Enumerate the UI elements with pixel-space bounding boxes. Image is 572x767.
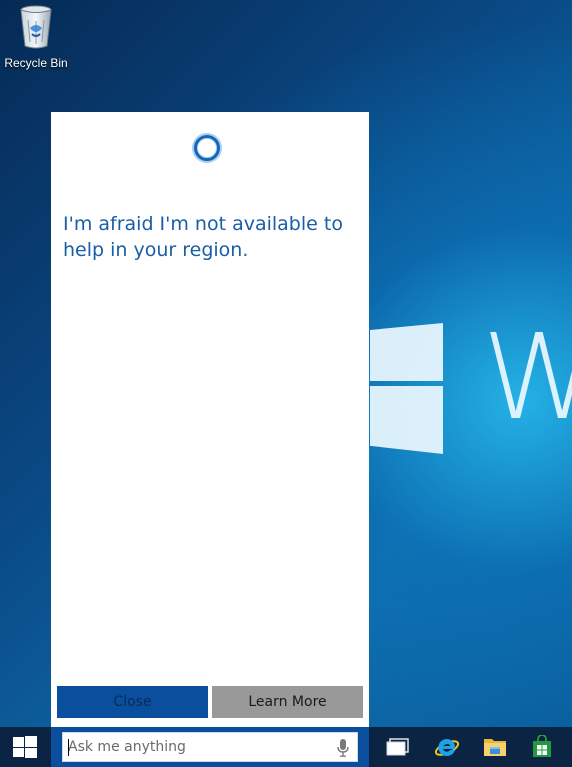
close-button[interactable]: Close — [57, 686, 208, 718]
wallpaper-logo-pane-bottom — [370, 386, 443, 454]
text-caret — [68, 739, 69, 756]
store-icon — [533, 735, 551, 757]
internet-explorer-button[interactable] — [426, 727, 466, 767]
search-input[interactable] — [63, 733, 323, 761]
cortana-panel: I'm afraid I'm not available to help in … — [51, 112, 369, 727]
store-button[interactable] — [522, 727, 562, 767]
wallpaper-text: W — [482, 308, 572, 446]
windows-logo-icon — [13, 736, 37, 758]
cortana-message: I'm afraid I'm not available to help in … — [63, 213, 343, 261]
desktop: W Recycle Bin I'm afraid I'm not availab… — [0, 0, 572, 767]
search-area — [51, 727, 369, 767]
internet-explorer-icon — [434, 738, 460, 756]
task-view-icon — [386, 738, 409, 756]
recycle-bin-label: Recycle Bin — [4, 56, 68, 70]
start-button[interactable] — [0, 727, 50, 767]
taskbar — [0, 727, 572, 767]
task-view-button[interactable] — [377, 727, 417, 767]
learn-more-button[interactable]: Learn More — [212, 686, 363, 718]
wallpaper-logo-pane-top — [370, 323, 443, 381]
cortana-ring-icon — [194, 135, 220, 161]
microphone-icon[interactable] — [337, 739, 349, 757]
file-explorer-button[interactable] — [474, 727, 514, 767]
recycle-bin-icon — [20, 5, 52, 49]
search-box[interactable] — [62, 732, 358, 762]
file-explorer-icon — [484, 739, 506, 756]
recycle-bin-shortcut[interactable]: Recycle Bin — [2, 4, 70, 70]
